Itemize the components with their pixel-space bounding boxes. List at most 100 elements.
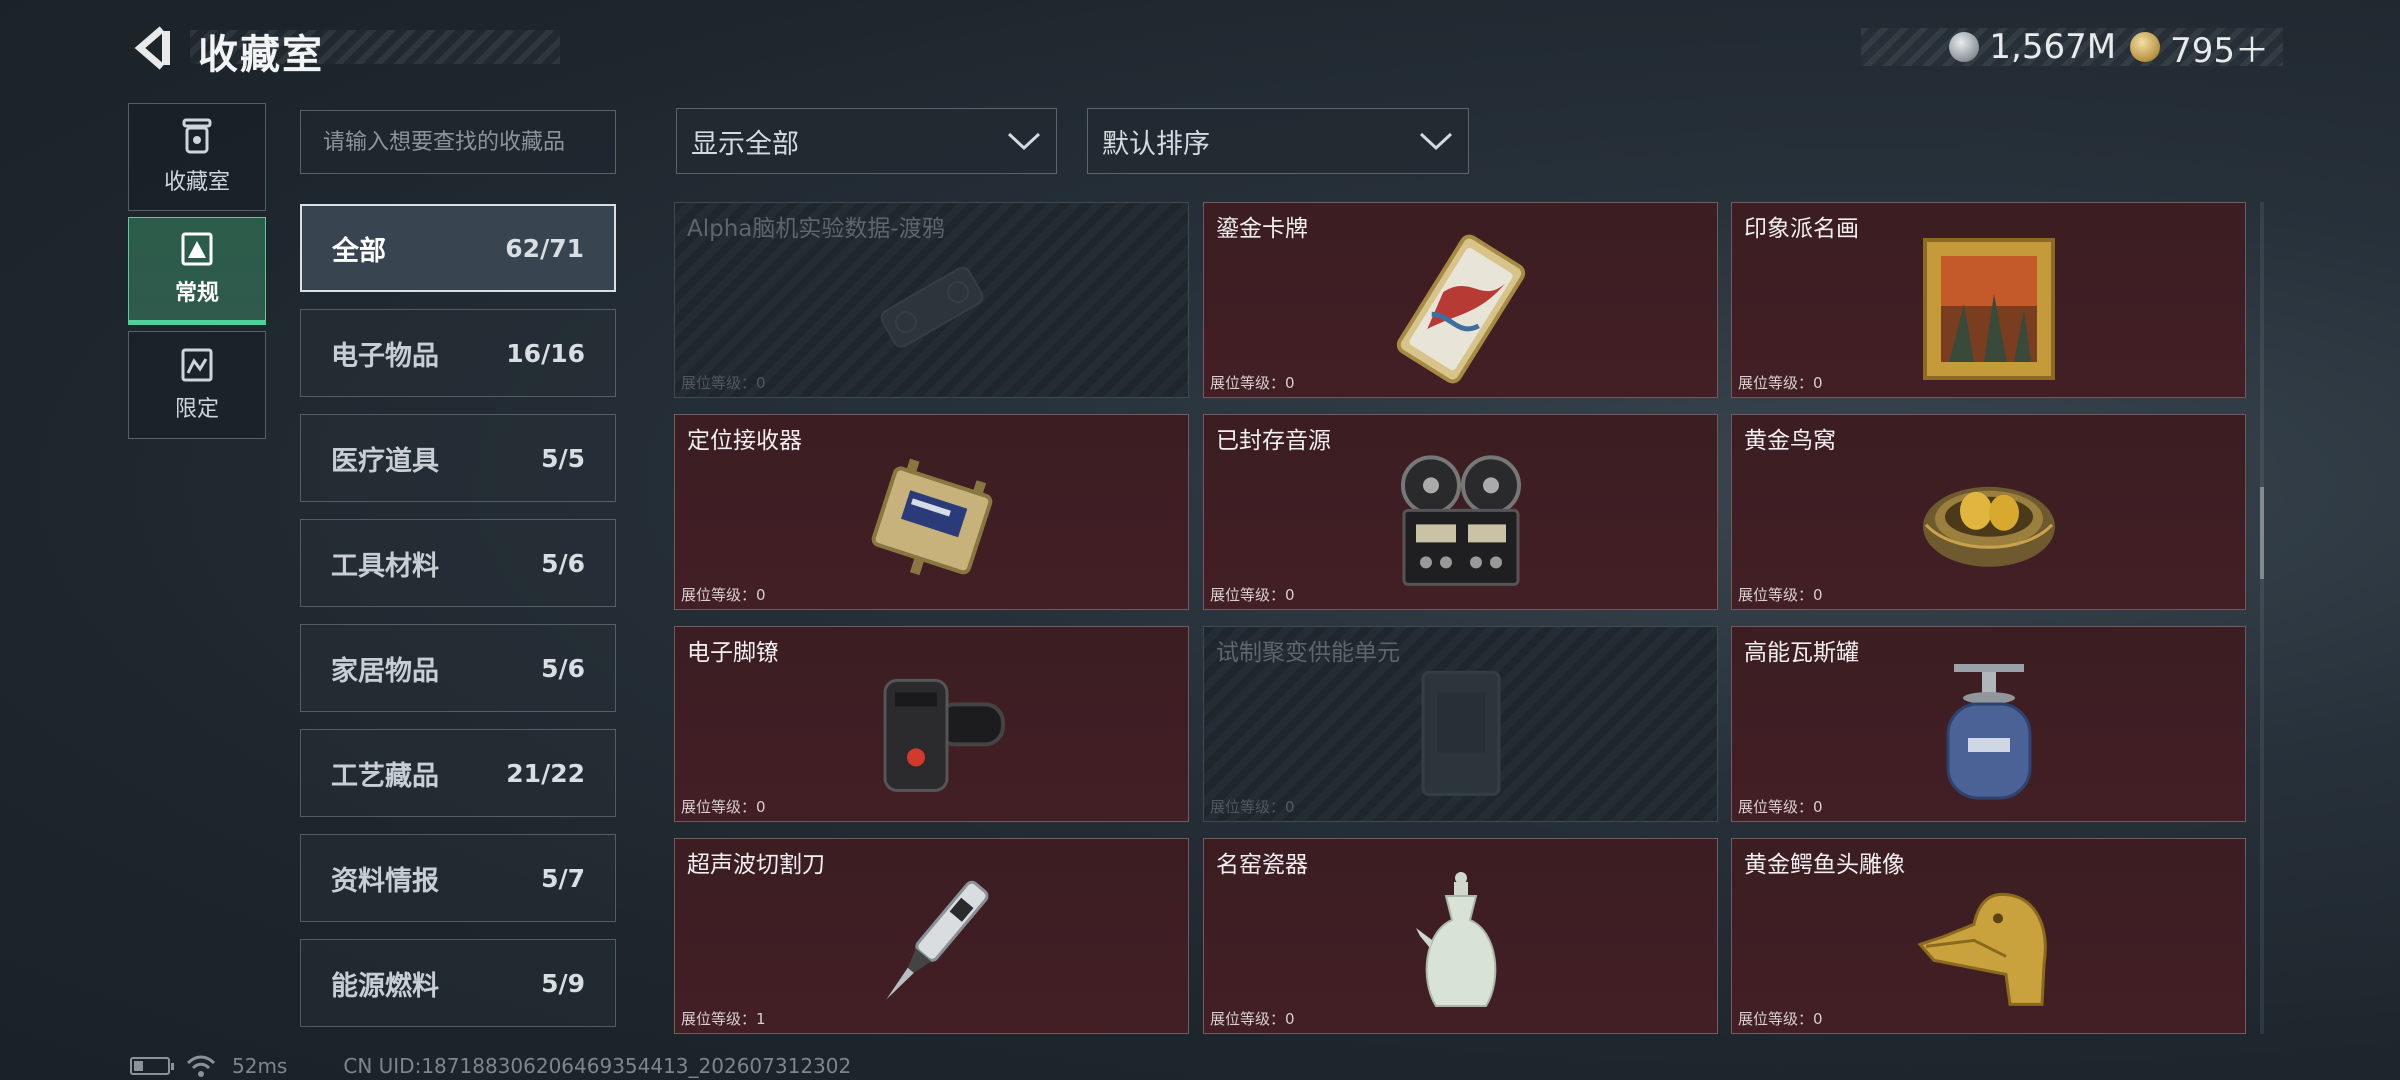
collectible-name: 印象派名画	[1744, 216, 1859, 242]
collectible-card[interactable]: 试制聚变供能单元 展位等级：0	[1203, 626, 1718, 822]
subcategory-name: 电子物品	[331, 340, 439, 372]
data-drive-icon	[880, 266, 983, 348]
gps-receiver-icon	[871, 458, 992, 576]
collectible-card[interactable]: 高能瓦斯罐 展位等级：0	[1731, 626, 2246, 822]
collectible-name: 黄金鸟窝	[1744, 428, 1836, 454]
fusion-cell-icon	[1421, 670, 1500, 796]
subcategory-name: 资料情报	[331, 865, 439, 897]
display-level: 展位等级：0	[1738, 374, 1823, 392]
collectible-name: 鎏金卡牌	[1216, 216, 1308, 242]
user-uid: CN UID:1871883062064693544​13_2026073123…	[343, 1054, 852, 1078]
collectible-name: 黄金鳄鱼头雕像	[1744, 852, 1905, 878]
subcategory-name: 能源燃料	[331, 970, 439, 1002]
ping-value: 52ms	[232, 1054, 288, 1078]
subcategory-count: 5/6	[541, 548, 585, 578]
display-filter-value: 显示全部	[691, 128, 799, 160]
collectible-card[interactable]: 黄金鳄鱼头雕像 展位等级：0	[1731, 838, 2246, 1034]
chevron-down-icon	[1419, 132, 1453, 151]
back-arrow-icon	[134, 26, 170, 70]
tab-regular[interactable]: 常规	[128, 217, 266, 325]
page-title: 收藏室	[198, 32, 324, 78]
tab-collection-room[interactable]: 收藏室	[128, 103, 266, 211]
subcategory-name: 工艺藏品	[331, 760, 439, 792]
subcategory-count: 5/5	[541, 443, 585, 473]
subcategory-item-all[interactable]: 全部 62/71	[300, 204, 616, 292]
collectible-card[interactable]: 电子脚镣 展位等级：0	[674, 626, 1189, 822]
sort-value: 默认排序	[1102, 128, 1210, 160]
limited-icon	[181, 348, 213, 382]
sort-dropdown[interactable]: 默认排序	[1087, 108, 1469, 174]
collection-room-icon	[182, 118, 212, 154]
tab-limited[interactable]: 限定	[128, 331, 266, 439]
tab-collection-room-label: 收藏室	[163, 170, 230, 195]
collectible-card[interactable]: 名窑瓷器 展位等级：0	[1203, 838, 1718, 1034]
collectible-card[interactable]: 印象派名画 展位等级：0	[1731, 202, 2246, 398]
display-level: 展位等级：0	[1210, 798, 1295, 816]
gold-currency[interactable]: 795＋	[2130, 23, 2269, 72]
subcategory-item-household[interactable]: 家居物品 5/6	[300, 624, 616, 712]
collectible-card[interactable]: 鎏金卡牌 展位等级：0	[1203, 202, 1718, 398]
silver-currency: 1,567M	[1949, 27, 2116, 67]
collectible-card[interactable]: 已封存音源 展位等级：0	[1203, 414, 1718, 610]
subcategory-item-electronics[interactable]: 电子物品 16/16	[300, 309, 616, 397]
scroll-thumb[interactable]	[2260, 487, 2264, 579]
subcategory-name: 全部	[332, 235, 386, 267]
collectible-name: 已封存音源	[1216, 428, 1331, 454]
subcategory-item-medical[interactable]: 医疗道具 5/5	[300, 414, 616, 502]
battery-icon	[130, 1057, 174, 1075]
collectible-card[interactable]: 超声波切割刀 展位等级：1	[674, 838, 1189, 1034]
ultrasonic-cutter-icon	[885, 880, 988, 1000]
status-bar: 52ms CN UID:1871883062064693544​13_20260…	[130, 1052, 851, 1080]
subcategory-item-crafts[interactable]: 工艺藏品 21/22	[300, 729, 616, 817]
gold-currency-value: 795＋	[2170, 30, 2269, 71]
category-tabs: 收藏室 常规 限定	[128, 103, 266, 445]
golden-nest-icon	[1922, 486, 2055, 567]
tab-limited-label: 限定	[174, 397, 219, 422]
display-level: 展位等级：0	[1210, 1010, 1295, 1028]
subcategory-count: 21/22	[506, 758, 585, 788]
currency-bar: 1,567M 795＋	[1861, 27, 2283, 71]
subcategory-item-energy[interactable]: 能源燃料 5/9	[300, 939, 616, 1027]
subcategory-item-tools[interactable]: 工具材料 5/6	[300, 519, 616, 607]
display-level: 展位等级：0	[681, 586, 766, 604]
collectible-name: 高能瓦斯罐	[1744, 640, 1859, 666]
display-filter-dropdown[interactable]: 显示全部	[676, 108, 1057, 174]
gold-coin-icon	[2130, 32, 2161, 62]
subcategory-name: 家居物品	[331, 655, 439, 687]
subcategory-count: 5/6	[541, 653, 585, 683]
display-level: 展位等级：0	[1210, 374, 1295, 392]
display-level: 展位等级：0	[1210, 586, 1295, 604]
subcategory-count: 16/16	[506, 338, 585, 368]
display-level: 展位等级：0	[681, 374, 766, 392]
search-input[interactable]	[300, 110, 616, 174]
collectible-card[interactable]: 黄金鸟窝 展位等级：0	[1731, 414, 2246, 610]
gilded-card-icon	[1396, 234, 1525, 384]
back-button[interactable]	[128, 22, 180, 74]
tab-regular-label: 常规	[174, 281, 219, 306]
gas-canister-icon	[1946, 664, 2031, 800]
display-level: 展位等级：0	[1738, 1010, 1823, 1028]
display-level: 展位等级：1	[681, 1010, 766, 1028]
top-bar: 收藏室 1,567M 795＋	[0, 0, 2400, 95]
framed-painting-icon	[1922, 238, 2055, 380]
collectible-name: 电子脚镣	[687, 640, 779, 666]
collectible-name: 定位接收器	[687, 428, 802, 454]
silver-coin-icon	[1949, 32, 1980, 62]
display-level: 展位等级：0	[681, 798, 766, 816]
chevron-down-icon	[1007, 132, 1041, 151]
subcategory-item-intel[interactable]: 资料情报 5/7	[300, 834, 616, 922]
porcelain-vase-icon	[1415, 872, 1496, 1007]
collectible-name: 超声波切割刀	[687, 852, 825, 878]
collectible-name: Alpha脑机实验数据-渡鸦	[687, 216, 945, 242]
collectible-grid: Alpha脑机实验数据-渡鸦 展位等级：0 鎏金卡牌 展位等级：0 印象派名画	[674, 202, 2246, 1034]
gold-crocodile-head-icon	[1916, 892, 2047, 1006]
regular-icon	[181, 232, 213, 266]
subcategory-name: 医疗道具	[331, 445, 439, 477]
collectible-card[interactable]: Alpha脑机实验数据-渡鸦 展位等级：0	[674, 202, 1189, 398]
collectible-card[interactable]: 定位接收器 展位等级：0	[674, 414, 1189, 610]
ankle-monitor-icon	[883, 678, 1005, 792]
collectible-name: 试制聚变供能单元	[1216, 640, 1400, 666]
subcategory-name: 工具材料	[331, 550, 439, 582]
subcategory-count: 5/7	[541, 863, 585, 893]
grid-scrollbar[interactable]	[2260, 202, 2264, 1034]
